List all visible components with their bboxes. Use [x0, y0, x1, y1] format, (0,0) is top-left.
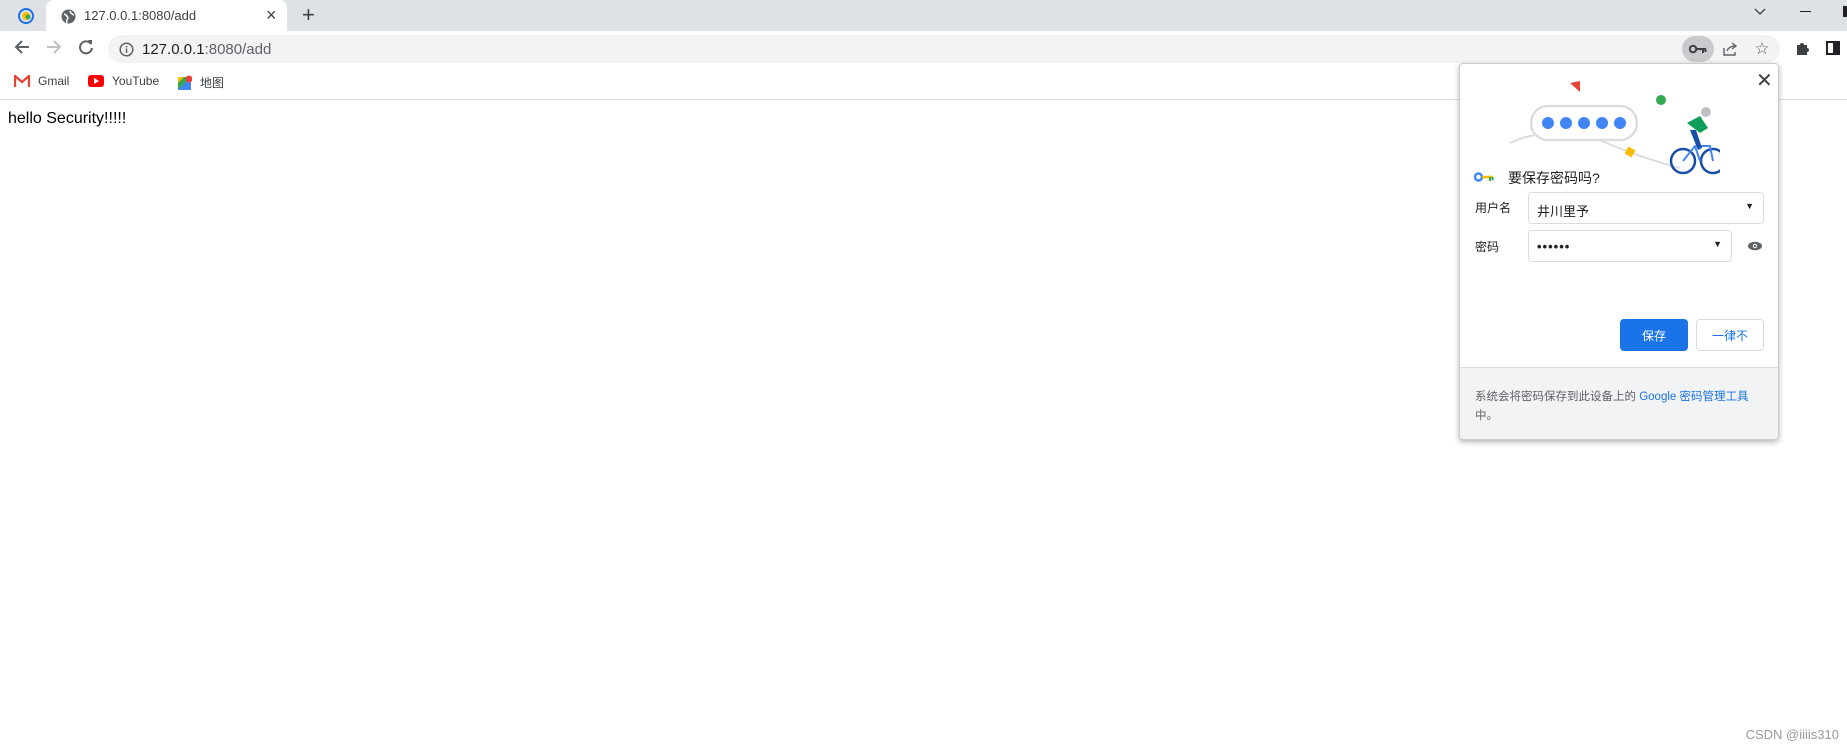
tab-close-icon[interactable]: ×: [266, 5, 277, 26]
url-host: 127.0.0.1: [142, 41, 205, 58]
forward-icon[interactable]: [42, 35, 66, 59]
maximize-button[interactable]: [1843, 6, 1847, 17]
dropdown-arrow-icon: ▼: [1745, 201, 1754, 211]
dropdown-arrow-icon: ▼: [1713, 239, 1722, 249]
watermark: CSDN @iiiis310: [1745, 727, 1839, 742]
password-key-icon[interactable]: [1682, 36, 1714, 62]
footer-text: 系统会将密码保存到此设备上的: [1475, 391, 1640, 403]
site-info-icon[interactable]: [118, 41, 134, 57]
side-panel-icon[interactable]: [1826, 41, 1840, 55]
cyclist-illustration: [1509, 81, 1720, 175]
bookmark-star-icon[interactable]: ☆: [1752, 39, 1772, 59]
tab-strip: 127.0.0.1:8080/add × +: [0, 0, 1847, 31]
bookmark-label: 地图: [200, 76, 225, 90]
username-label: 用户名: [1475, 201, 1512, 215]
gmail-icon: [14, 75, 30, 87]
bookmark-youtube[interactable]: YouTube: [88, 74, 159, 88]
tab-title: 127.0.0.1:8080/add: [84, 8, 197, 23]
password-label: 密码: [1475, 240, 1500, 254]
never-button[interactable]: 一律不: [1696, 319, 1764, 351]
password-value: ••••••: [1537, 239, 1571, 254]
url-text[interactable]: 127.0.0.1:8080/add: [142, 41, 271, 58]
back-icon[interactable]: [10, 35, 34, 59]
youtube-icon: [88, 75, 104, 87]
reload-icon[interactable]: [74, 35, 98, 59]
password-select[interactable]: •••••• ▼: [1528, 230, 1732, 262]
tab-active[interactable]: 127.0.0.1:8080/add ×: [46, 0, 287, 31]
show-password-eye-icon[interactable]: [1746, 238, 1764, 254]
globe-icon: [60, 8, 76, 24]
new-tab-button[interactable]: +: [302, 2, 315, 28]
address-bar[interactable]: 127.0.0.1:8080/add ☆: [108, 35, 1780, 63]
dialog-title: 要保存密码吗?: [1508, 170, 1600, 186]
bookmark-label: YouTube: [112, 74, 160, 88]
url-path: :8080/add: [204, 41, 272, 58]
dialog-footer: 系统会将密码保存到此设备上的 Google 密码管理工具中。: [1460, 367, 1778, 439]
footer-end: 中。: [1475, 410, 1498, 422]
page-text: hello Security!!!!!: [8, 110, 127, 127]
password-manager-link[interactable]: Google 密码管理工具: [1639, 391, 1748, 403]
tab-search-chevron-icon[interactable]: [1750, 4, 1770, 20]
share-icon[interactable]: [1720, 39, 1740, 59]
close-icon[interactable]: ✕: [1756, 68, 1773, 93]
save-button[interactable]: 保存: [1620, 319, 1688, 351]
username-select[interactable]: 井川里予 ▼: [1528, 192, 1764, 224]
extensions-puzzle-icon[interactable]: [1792, 38, 1812, 58]
bookmark-label: Gmail: [38, 74, 70, 88]
maps-icon: [178, 75, 192, 90]
app-icon[interactable]: [16, 6, 36, 26]
bookmark-maps[interactable]: 地图: [178, 74, 224, 91]
bookmark-gmail[interactable]: Gmail: [14, 74, 69, 88]
key-icon: [1473, 169, 1494, 187]
username-value: 井川里予: [1537, 204, 1590, 219]
save-password-dialog: ✕ 要保存密码吗? 用户名 井川里予 ▼ 密码 •••••• ▼ 保存 一律不 …: [1459, 63, 1779, 440]
minimize-button[interactable]: [1800, 11, 1811, 12]
